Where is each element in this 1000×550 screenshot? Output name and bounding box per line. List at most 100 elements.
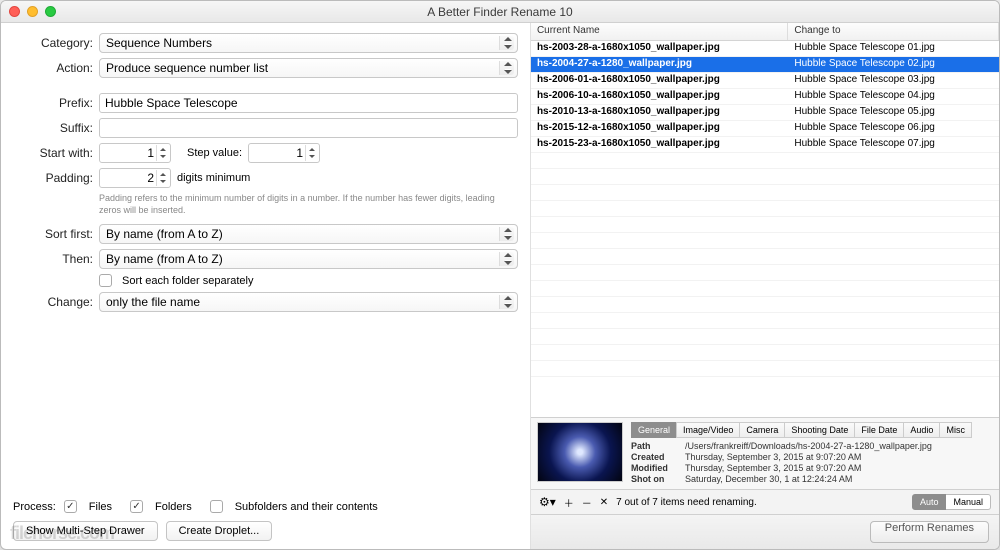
detail-tab[interactable]: Camera xyxy=(739,422,784,438)
table-row-empty xyxy=(531,297,999,313)
category-label: Category: xyxy=(13,36,93,50)
gear-icon[interactable]: ⚙︎▾ xyxy=(539,495,556,509)
add-icon[interactable]: ＋ xyxy=(564,495,574,510)
table-row[interactable]: hs-2010-13-a-1680x1050_wallpaper.jpgHubb… xyxy=(531,105,999,121)
table-row-empty xyxy=(531,169,999,185)
cell-changeto: Hubble Space Telescope 02.jpg xyxy=(788,57,999,72)
subfolders-checkbox[interactable] xyxy=(210,500,223,513)
watermark: filehorse.com xyxy=(10,523,114,544)
cell-changeto: Hubble Space Telescope 06.jpg xyxy=(788,121,999,136)
window-title: A Better Finder Rename 10 xyxy=(1,5,999,19)
app-window: A Better Finder Rename 10 Category: Sequ… xyxy=(0,0,1000,550)
detail-tab[interactable]: General xyxy=(631,422,676,438)
detail-tab[interactable]: Shooting Date xyxy=(784,422,854,438)
detail-pane: GeneralImage/VideoCameraShooting DateFil… xyxy=(531,417,999,489)
sortfirst-label: Sort first: xyxy=(13,227,93,241)
table-header: Current Name Change to xyxy=(531,23,999,41)
perform-renames-button[interactable]: Perform Renames xyxy=(870,521,989,543)
detail-tab[interactable]: Image/Video xyxy=(676,422,739,438)
titlebar: A Better Finder Rename 10 xyxy=(1,1,999,23)
cell-current: hs-2010-13-a-1680x1050_wallpaper.jpg xyxy=(531,105,788,120)
meta-modified-value: Thursday, September 3, 2015 at 9:07:20 A… xyxy=(685,463,861,473)
footer: Perform Renames xyxy=(531,514,999,549)
prefix-input[interactable] xyxy=(99,93,518,113)
folders-label: Folders xyxy=(155,501,192,513)
cell-changeto: Hubble Space Telescope 04.jpg xyxy=(788,89,999,104)
detail-tab[interactable]: Audio xyxy=(903,422,939,438)
preview-panel: Current Name Change to hs-2003-28-a-1680… xyxy=(530,23,999,549)
category-select[interactable]: Sequence Numbers xyxy=(99,33,518,53)
auto-toggle[interactable]: Auto xyxy=(912,494,947,510)
then-select[interactable]: By name (from A to Z) xyxy=(99,249,518,269)
manual-toggle[interactable]: Manual xyxy=(946,494,991,510)
startwith-stepper[interactable]: 1 xyxy=(99,143,171,163)
table-row-empty xyxy=(531,265,999,281)
stepvalue-stepper[interactable]: 1 xyxy=(248,143,320,163)
suffix-label: Suffix: xyxy=(13,121,93,135)
table-row-empty xyxy=(531,153,999,169)
meta-shoton-label: Shot on xyxy=(631,474,685,484)
subfolders-label: Subfolders and their contents xyxy=(235,501,378,513)
startwith-label: Start with: xyxy=(13,146,93,160)
table-body[interactable]: hs-2003-28-a-1680x1050_wallpaper.jpgHubb… xyxy=(531,41,999,417)
sort-each-checkbox[interactable] xyxy=(99,274,112,287)
meta-created-value: Thursday, September 3, 2015 at 9:07:20 A… xyxy=(685,452,861,462)
padding-label: Padding: xyxy=(13,171,93,185)
thumbnail-image xyxy=(537,422,623,482)
table-row-empty xyxy=(531,345,999,361)
files-checkbox[interactable] xyxy=(64,500,77,513)
cell-current: hs-2015-12-a-1680x1050_wallpaper.jpg xyxy=(531,121,788,136)
cell-changeto: Hubble Space Telescope 05.jpg xyxy=(788,105,999,120)
clear-icon[interactable]: ✕ xyxy=(600,497,608,508)
stepvalue-label: Step value: xyxy=(187,147,242,159)
meta-shoton-value: Saturday, December 30, 1 at 12:24:24 AM xyxy=(685,474,852,484)
detail-tabs: GeneralImage/VideoCameraShooting DateFil… xyxy=(631,422,993,438)
change-label: Change: xyxy=(13,295,93,309)
table-row[interactable]: hs-2004-27-a-1280_wallpaper.jpgHubble Sp… xyxy=(531,57,999,73)
detail-tab[interactable]: Misc xyxy=(939,422,972,438)
table-row[interactable]: hs-2015-12-a-1680x1050_wallpaper.jpgHubb… xyxy=(531,121,999,137)
table-row[interactable]: hs-2006-01-a-1680x1050_wallpaper.jpgHubb… xyxy=(531,73,999,89)
digitsmin-label: digits minimum xyxy=(177,172,250,184)
meta-modified-label: Modified xyxy=(631,463,685,473)
table-row-empty xyxy=(531,313,999,329)
col-current[interactable]: Current Name xyxy=(531,23,788,40)
remove-icon[interactable]: － xyxy=(582,495,592,510)
table-row-empty xyxy=(531,249,999,265)
status-bar: ⚙︎▾ ＋ － ✕ 7 out of 7 items need renaming… xyxy=(531,489,999,514)
status-text: 7 out of 7 items need renaming. xyxy=(616,497,757,508)
cell-changeto: Hubble Space Telescope 07.jpg xyxy=(788,137,999,152)
table-row-empty xyxy=(531,361,999,377)
table-row[interactable]: hs-2015-23-a-1680x1050_wallpaper.jpgHubb… xyxy=(531,137,999,153)
suffix-input[interactable] xyxy=(99,118,518,138)
table-row[interactable]: hs-2003-28-a-1680x1050_wallpaper.jpgHubb… xyxy=(531,41,999,57)
sortfirst-select[interactable]: By name (from A to Z) xyxy=(99,224,518,244)
action-select[interactable]: Produce sequence number list xyxy=(99,58,518,78)
table-row-empty xyxy=(531,281,999,297)
files-label: Files xyxy=(89,501,112,513)
col-changeto[interactable]: Change to xyxy=(788,23,999,40)
meta-path-value: /Users/frankreiff/Downloads/hs-2004-27-a… xyxy=(685,441,932,451)
change-select[interactable]: only the file name xyxy=(99,292,518,312)
detail-tab[interactable]: File Date xyxy=(854,422,903,438)
cell-current: hs-2015-23-a-1680x1050_wallpaper.jpg xyxy=(531,137,788,152)
create-droplet-button[interactable]: Create Droplet... xyxy=(166,521,273,541)
process-label: Process: xyxy=(13,501,56,513)
table-row-empty xyxy=(531,217,999,233)
meta-path-label: Path xyxy=(631,441,685,451)
meta-created-label: Created xyxy=(631,452,685,462)
table-row-empty xyxy=(531,201,999,217)
settings-panel: Category: Sequence Numbers Action: Produ… xyxy=(1,23,530,549)
cell-changeto: Hubble Space Telescope 03.jpg xyxy=(788,73,999,88)
action-label: Action: xyxy=(13,61,93,75)
cell-current: hs-2004-27-a-1280_wallpaper.jpg xyxy=(531,57,788,72)
table-row[interactable]: hs-2006-10-a-1680x1050_wallpaper.jpgHubb… xyxy=(531,89,999,105)
padding-stepper[interactable]: 2 xyxy=(99,168,171,188)
padding-hint: Padding refers to the minimum number of … xyxy=(99,193,518,216)
cell-current: hs-2006-10-a-1680x1050_wallpaper.jpg xyxy=(531,89,788,104)
table-row-empty xyxy=(531,185,999,201)
cell-changeto: Hubble Space Telescope 01.jpg xyxy=(788,41,999,56)
sort-each-label: Sort each folder separately xyxy=(122,275,253,287)
cell-current: hs-2006-01-a-1680x1050_wallpaper.jpg xyxy=(531,73,788,88)
folders-checkbox[interactable] xyxy=(130,500,143,513)
